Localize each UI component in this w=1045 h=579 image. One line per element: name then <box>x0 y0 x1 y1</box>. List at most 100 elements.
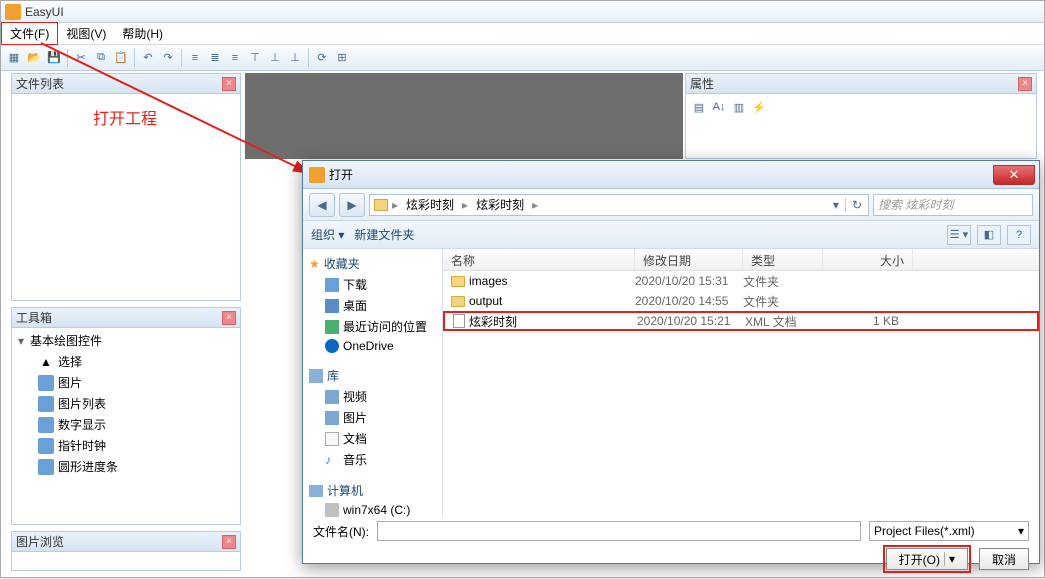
close-icon[interactable]: × <box>222 77 236 91</box>
col-size[interactable]: 大小 <box>823 249 913 270</box>
toolbox-item-select[interactable]: ▲选择 <box>14 351 238 372</box>
sidebar-desktop[interactable]: 桌面 <box>303 295 442 316</box>
dialog-close-button[interactable]: ✕ <box>993 165 1035 185</box>
sidebar-onedrive[interactable]: OneDrive <box>303 337 442 355</box>
tool-open-icon[interactable]: 📂 <box>25 49 43 67</box>
sidebar-pictures[interactable]: 图片 <box>303 407 442 428</box>
file-row-output[interactable]: output 2020/10/20 14:55 文件夹 <box>443 291 1039 311</box>
tool-paste-icon[interactable]: 📋 <box>112 49 130 67</box>
toolbox-group[interactable]: ▾ 基本绘图控件 <box>14 330 238 351</box>
menu-help[interactable]: 帮助(H) <box>114 23 171 44</box>
tool-cut-icon[interactable]: ✂ <box>72 49 90 67</box>
dialog-titlebar[interactable]: 打开 ✕ <box>303 161 1039 189</box>
search-input[interactable]: 搜索 炫彩时刻 <box>873 194 1033 216</box>
tool-align-top-icon[interactable]: ⊤ <box>246 49 264 67</box>
props-categorize-icon[interactable]: ▤ <box>690 98 708 116</box>
tool-align-center-icon[interactable]: ≣ <box>206 49 224 67</box>
sidebar-label: 图片 <box>343 409 367 426</box>
refresh-icon[interactable]: ↻ <box>845 198 868 212</box>
toolbox-item-image[interactable]: 图片 <box>14 372 238 393</box>
tool-undo-icon[interactable]: ↶ <box>139 49 157 67</box>
col-date[interactable]: 修改日期 <box>635 249 743 270</box>
sidebar-label: 音乐 <box>343 451 367 468</box>
nav-back-button[interactable]: ◀ <box>309 193 335 217</box>
filter-label: Project Files(*.xml) <box>874 524 975 538</box>
preview-pane-button[interactable]: ◧ <box>977 225 1001 245</box>
main-toolbar: ▦ 📂 💾 ✂ ⧉ 📋 ↶ ↷ ≡ ≣ ≡ ⊤ ⊥ ⊥ ⟳ ⊞ <box>1 45 1044 71</box>
toolbar-separator <box>181 49 182 67</box>
breadcrumb-item[interactable]: 炫彩时刻 <box>472 195 528 214</box>
help-button[interactable]: ? <box>1007 225 1031 245</box>
cancel-button[interactable]: 取消 <box>979 548 1029 570</box>
breadcrumb[interactable]: ▸ 炫彩时刻 ▸ 炫彩时刻 ▸ ▾ ↻ <box>369 194 869 216</box>
computer-icon <box>309 485 323 497</box>
organize-button[interactable]: 组织 ▾ <box>311 226 344 243</box>
file-type: 文件夹 <box>743 293 823 310</box>
breadcrumb-dropdown-icon[interactable]: ▾ <box>829 198 843 212</box>
close-icon[interactable]: × <box>222 311 236 325</box>
props-events-icon[interactable]: ⚡ <box>750 98 768 116</box>
dialog-sidebar: ★收藏夹 下载 桌面 最近访问的位置 OneDrive 库 视频 图片 文档 ♪… <box>303 249 443 517</box>
file-row-project[interactable]: 炫彩时刻 2020/10/20 15:21 XML 文档 1 KB <box>443 311 1039 331</box>
menu-view[interactable]: 视图(V) <box>58 23 114 44</box>
sidebar-documents[interactable]: 文档 <box>303 428 442 449</box>
toolbox-item-clock[interactable]: 指针时钟 <box>14 435 238 456</box>
tool-save-icon[interactable]: 💾 <box>45 49 63 67</box>
dialog-footer: 文件名(N): Project Files(*.xml) ▾ 打开(O)▾ 取消 <box>303 517 1039 563</box>
sidebar-label: 收藏夹 <box>324 255 360 272</box>
filelist-title: 文件列表 <box>16 75 64 92</box>
toolbox-item-number[interactable]: 数字显示 <box>14 414 238 435</box>
tool-align-middle-icon[interactable]: ⊥ <box>266 49 284 67</box>
sidebar-favorites[interactable]: ★收藏夹 <box>303 253 442 274</box>
pointer-icon: ▲ <box>38 354 54 370</box>
file-row-images[interactable]: images 2020/10/20 15:31 文件夹 <box>443 271 1039 291</box>
sidebar-music[interactable]: ♪音乐 <box>303 449 442 470</box>
filename-input[interactable] <box>377 521 861 541</box>
image-icon <box>38 375 54 391</box>
close-icon[interactable]: × <box>222 535 236 549</box>
collapse-icon[interactable]: ▾ <box>18 334 30 348</box>
toolbox-header: 工具箱 × <box>12 308 240 328</box>
breadcrumb-item[interactable]: 炫彩时刻 <box>402 195 458 214</box>
sidebar-videos[interactable]: 视频 <box>303 386 442 407</box>
filelist-header: 文件列表 × <box>12 74 240 94</box>
props-pages-icon[interactable]: ▥ <box>730 98 748 116</box>
close-icon[interactable]: × <box>1018 77 1032 91</box>
sidebar-computer[interactable]: 计算机 <box>303 480 442 501</box>
tool-extra-icon[interactable]: ⟳ <box>313 49 331 67</box>
chevron-down-icon: ▾ <box>1018 524 1024 538</box>
sidebar-label: 视频 <box>343 388 367 405</box>
file-icon <box>453 314 465 328</box>
props-sort-icon[interactable]: A↓ <box>710 98 728 116</box>
tool-copy-icon[interactable]: ⧉ <box>92 49 110 67</box>
col-type[interactable]: 类型 <box>743 249 823 270</box>
tool-align-bottom-icon[interactable]: ⊥ <box>286 49 304 67</box>
sidebar-label: OneDrive <box>343 339 394 353</box>
tool-align-left-icon[interactable]: ≡ <box>186 49 204 67</box>
toolbox-title: 工具箱 <box>16 309 52 326</box>
toolbox-item-label: 数字显示 <box>58 416 106 433</box>
tool-new-icon[interactable]: ▦ <box>5 49 23 67</box>
tool-align-right-icon[interactable]: ≡ <box>226 49 244 67</box>
file-filter-select[interactable]: Project Files(*.xml) ▾ <box>869 521 1029 541</box>
sidebar-libraries[interactable]: 库 <box>303 365 442 386</box>
dialog-body: ★收藏夹 下载 桌面 最近访问的位置 OneDrive 库 视频 图片 文档 ♪… <box>303 249 1039 517</box>
sidebar-disk-c[interactable]: win7x64 (C:) <box>303 501 442 517</box>
nav-forward-button[interactable]: ▶ <box>339 193 365 217</box>
filename-label: 文件名(N): <box>313 523 369 540</box>
breadcrumb-separator: ▸ <box>530 198 540 212</box>
sidebar-recent[interactable]: 最近访问的位置 <box>303 316 442 337</box>
new-folder-button[interactable]: 新建文件夹 <box>354 226 414 243</box>
app-title: EasyUI <box>25 5 64 19</box>
view-mode-button[interactable]: ☰ ▾ <box>947 225 971 245</box>
number-icon <box>38 417 54 433</box>
tool-extra2-icon[interactable]: ⊞ <box>333 49 351 67</box>
sidebar-downloads[interactable]: 下载 <box>303 274 442 295</box>
toolbox-item-progress[interactable]: 圆形进度条 <box>14 456 238 477</box>
menu-file[interactable]: 文件(F) <box>1 22 58 45</box>
col-name[interactable]: 名称 <box>443 249 635 270</box>
tool-redo-icon[interactable]: ↷ <box>159 49 177 67</box>
toolbox-item-imagelist[interactable]: 图片列表 <box>14 393 238 414</box>
preview-panel: 图片浏览 × <box>11 531 241 571</box>
open-button[interactable]: 打开(O)▾ <box>886 548 968 570</box>
